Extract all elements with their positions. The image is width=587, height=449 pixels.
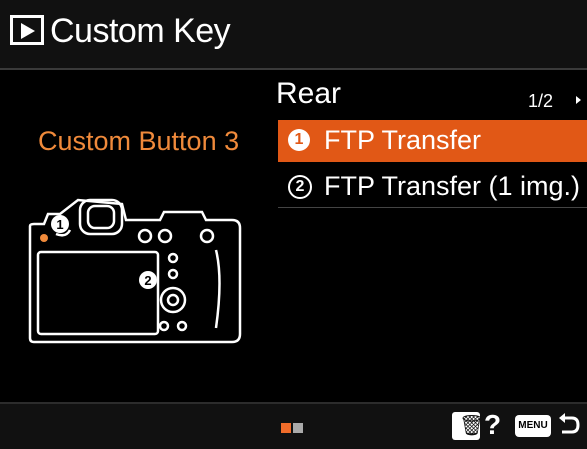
menu-item-ftp-transfer[interactable]: 1 FTP Transfer xyxy=(278,120,587,162)
page-dot xyxy=(293,423,303,433)
trash-icon[interactable]: 🗑 xyxy=(452,412,484,440)
next-page-icon[interactable] xyxy=(576,96,581,104)
number-badge-1: 1 xyxy=(288,129,310,151)
marker-2-label: 2 xyxy=(144,273,151,288)
trash-glyph: 🗑 xyxy=(459,415,485,437)
menu-button[interactable]: MENU xyxy=(515,415,551,437)
page-indicator: 1/2 xyxy=(528,91,554,111)
number-badge-2: 2 xyxy=(288,175,312,199)
playback-icon xyxy=(10,15,44,45)
highlighted-button-dot xyxy=(40,234,48,242)
menu-item-label: FTP Transfer (1 img.) xyxy=(324,171,581,201)
header-bar: Custom Key xyxy=(0,0,587,70)
menu-item-label: FTP Transfer xyxy=(324,125,482,155)
marker-1-label: 1 xyxy=(56,217,63,232)
help-button[interactable]: ? xyxy=(484,409,501,441)
page-dot-active xyxy=(281,423,291,433)
custom-button-name: Custom Button 3 xyxy=(38,126,240,156)
camera-back-illustration: 1 2 xyxy=(28,198,242,344)
back-icon[interactable] xyxy=(556,412,580,438)
page-title: Custom Key xyxy=(50,12,231,50)
footer-bar: 🗑 ? MENU xyxy=(0,402,587,449)
section-title: Rear xyxy=(276,77,342,110)
menu-item-ftp-transfer-1-img[interactable]: 2 FTP Transfer (1 img.) xyxy=(278,166,587,208)
